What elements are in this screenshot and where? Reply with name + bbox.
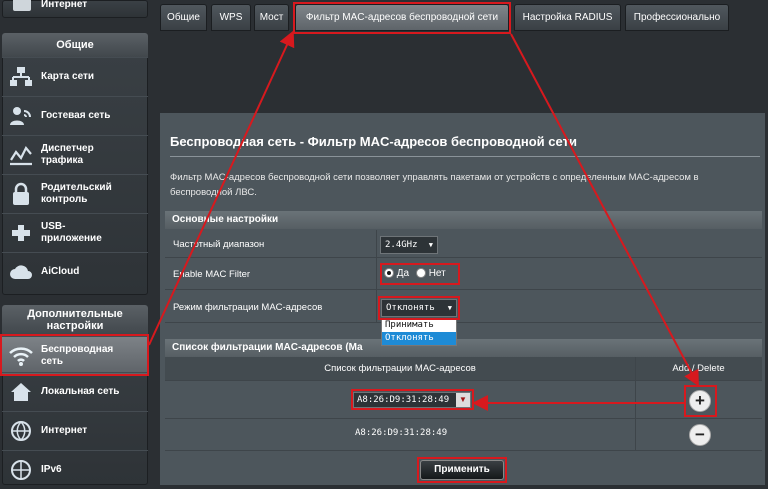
tab-wps[interactable]: WPS xyxy=(211,4,251,31)
usb-icon xyxy=(6,218,36,248)
enable-row: Enable MAC Filter xyxy=(165,258,762,290)
enable-no-radio[interactable] xyxy=(415,268,426,279)
sidebar-item-label: IPv6 xyxy=(41,464,62,475)
enable-radio-group: Да Нет xyxy=(384,268,446,279)
mode-option-reject[interactable]: Отклонять xyxy=(382,332,456,345)
traffic-manager-icon xyxy=(6,140,36,170)
sidebar-item-aicloud[interactable]: AiCloud xyxy=(2,252,148,291)
globe-icon xyxy=(13,0,31,11)
sidebar-item-label: Интернет xyxy=(41,425,88,436)
basic-settings-header: Основные настройки xyxy=(165,211,762,229)
sidebar-item-ipv6[interactable]: IPv6 xyxy=(2,450,148,489)
sidebar-item-label: Беспроводная сеть xyxy=(41,344,114,367)
sidebar-item-wireless[interactable]: Беспроводная сеть xyxy=(2,336,148,375)
sidebar-item-network-map[interactable]: Карта сети xyxy=(2,57,148,96)
mac-input[interactable]: A8:26:D9:31:28:49 ▼ xyxy=(353,392,471,408)
mode-value: Отклонять xyxy=(386,303,435,313)
sidebar-item-lan[interactable]: Локальная сеть xyxy=(2,372,148,411)
page-description: Фильтр MAC-адресов беспроводной сети поз… xyxy=(170,172,699,198)
ipv6-icon xyxy=(6,455,36,485)
parental-control-icon xyxy=(6,179,36,209)
tab-radius[interactable]: Настройка RADIUS xyxy=(514,4,621,31)
sidebar-general-header: Общие xyxy=(2,33,148,57)
sidebar-item-label: Карта сети xyxy=(41,71,95,82)
sidebar-item-guest-network[interactable]: Гостевая сеть xyxy=(2,96,148,135)
home-icon xyxy=(6,377,36,407)
sidebar-advanced-header: Дополнительные настройки xyxy=(2,305,148,335)
mode-row: Режим фильтрации MAC-адресов xyxy=(165,290,762,323)
mode-select[interactable]: Отклонять ▼ xyxy=(381,299,457,317)
mode-dropdown-list: Принимать Отклонять xyxy=(381,318,457,346)
chevron-down-icon: ▼ xyxy=(428,241,433,249)
enable-no-label: Нет xyxy=(428,268,446,279)
tab-general[interactable]: Общие xyxy=(160,4,207,31)
sidebar-item-label: Диспетчер трафика xyxy=(41,143,94,166)
sidebar-top-item[interactable]: Интернет xyxy=(2,0,148,18)
band-value: 2.4GHz xyxy=(385,240,418,250)
filter-list-header: Список фильтрации MAC-адресов (Ma xyxy=(165,339,762,357)
sidebar: Интернет Общие Карта сети Гостевая сеть … xyxy=(0,0,150,485)
sidebar-item-label: Локальная сеть xyxy=(41,386,120,397)
enable-label: Enable MAC Filter xyxy=(173,269,251,280)
sidebar-item-internet[interactable]: Интернет xyxy=(2,411,148,450)
band-label: Частотный диапазон xyxy=(173,239,265,250)
column-mac-header: Список фильтрации MAC-адресов xyxy=(324,363,476,374)
mac-input-value: A8:26:D9:31:28:49 xyxy=(357,395,450,405)
tab-bridge[interactable]: Мост xyxy=(254,4,289,31)
title-divider xyxy=(170,156,760,157)
sidebar-item-label: USB- приложение xyxy=(41,221,102,244)
sidebar-item-label: AiCloud xyxy=(41,266,80,277)
list-column-headers: Список фильтрации MAC-адресов Add / Dele… xyxy=(165,357,762,381)
sidebar-item-usb[interactable]: USB- приложение xyxy=(2,213,148,252)
sidebar-item-label: Родительский контроль xyxy=(41,182,112,205)
sidebar-item-label: Интернет xyxy=(41,0,88,10)
delete-button[interactable]: − xyxy=(689,424,711,446)
tab-professional[interactable]: Профессионально xyxy=(625,4,729,31)
guest-network-icon xyxy=(6,101,36,131)
page-title: Беспроводная сеть - Фильтр MAC-адресов б… xyxy=(170,134,577,149)
cloud-icon xyxy=(6,257,36,287)
band-select[interactable]: 2.4GHz ▼ xyxy=(380,236,438,254)
chevron-down-icon: ▼ xyxy=(447,304,452,312)
apply-button[interactable]: Применить xyxy=(420,460,504,480)
mode-label: Режим фильтрации MAC-адресов xyxy=(173,302,323,313)
column-action-header: Add / Delete xyxy=(672,363,725,374)
tab-mac-filter[interactable]: Фильтр MAC-адресов беспроводной сети xyxy=(295,4,509,31)
mac-entry: A8:26:D9:31:28:49 xyxy=(355,428,448,438)
sidebar-item-traffic-manager[interactable]: Диспетчер трафика xyxy=(2,135,148,174)
list-item: A8:26:D9:31:28:49 xyxy=(165,419,762,451)
enable-yes-radio[interactable] xyxy=(384,268,394,279)
enable-yes-label: Да xyxy=(396,268,410,279)
band-row: Частотный диапазон xyxy=(165,230,762,258)
wifi-icon xyxy=(6,341,36,371)
chevron-down-icon[interactable]: ▼ xyxy=(456,393,470,407)
mode-option-accept[interactable]: Принимать xyxy=(382,319,456,332)
globe-icon xyxy=(6,416,36,446)
sidebar-item-label: Гостевая сеть xyxy=(41,110,111,121)
sidebar-item-parental-control[interactable]: Родительский контроль xyxy=(2,174,148,213)
add-button[interactable]: + xyxy=(689,390,711,412)
network-map-icon xyxy=(6,62,36,92)
